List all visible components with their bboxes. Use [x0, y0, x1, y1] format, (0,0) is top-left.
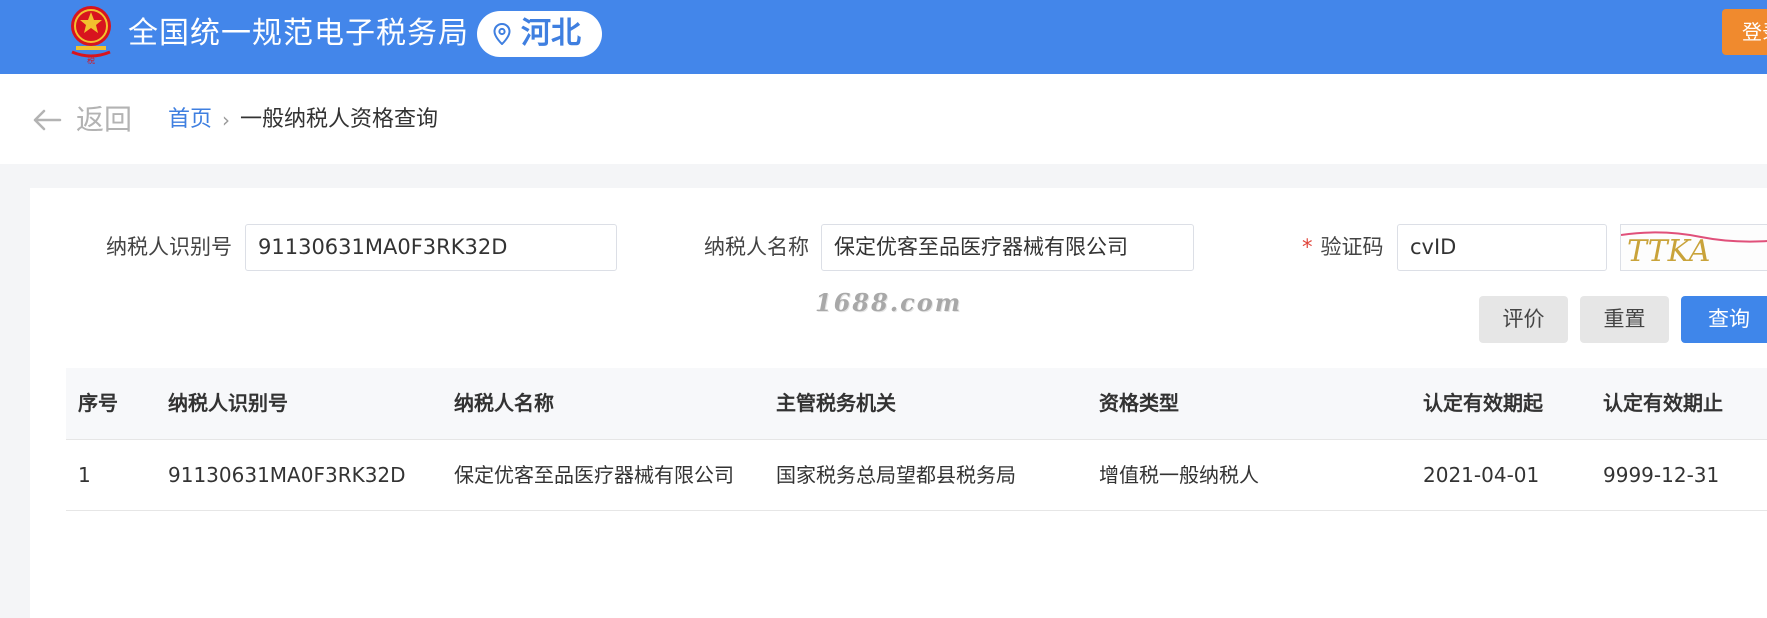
taxpayer-id-input[interactable]: 91130631MA0F3RK32D: [245, 224, 617, 271]
navigation-bar: 返回 首页 › 一般纳税人资格查询: [0, 74, 1767, 164]
column-header-taxpayer-name: 纳税人名称: [454, 391, 554, 415]
cell-tax-authority: 国家税务总局望都县税务局: [776, 463, 1016, 487]
taxpayer-id-label: 纳税人识别号: [106, 235, 232, 259]
cell-valid-from: 2021-04-01: [1423, 463, 1540, 487]
column-header-index: 序号: [78, 391, 118, 415]
taxpayer-name-label: 纳税人名称: [704, 235, 809, 259]
breadcrumb: 首页 › 一般纳税人资格查询: [168, 105, 438, 135]
table-row: 1 91130631MA0F3RK32D 保定优客至品医疗器械有限公司 国家税务…: [66, 440, 1767, 511]
column-header-qualification-type: 资格类型: [1099, 391, 1179, 415]
top-header: 税 全国统一规范电子税务局 河北 登录: [0, 0, 1767, 74]
captcha-input[interactable]: cvID: [1397, 224, 1607, 271]
reset-button[interactable]: 重置: [1580, 296, 1669, 343]
cell-taxpayer-id: 91130631MA0F3RK32D: [168, 463, 406, 487]
cell-qualification-type: 增值税一般纳税人: [1099, 463, 1259, 487]
taxpayer-name-input[interactable]: 保定优客至品医疗器械有限公司: [821, 224, 1194, 271]
captcha-label-wrapper: * 验证码: [1302, 232, 1384, 262]
arrow-left-icon: [33, 109, 62, 131]
column-header-valid-to: 认定有效期止: [1603, 391, 1723, 415]
breadcrumb-home-link[interactable]: 首页: [168, 105, 212, 135]
captcha-image-text: TTKA: [1627, 234, 1710, 269]
login-button[interactable]: 登录: [1722, 9, 1767, 55]
cell-index: 1: [78, 463, 91, 487]
column-header-tax-authority: 主管税务机关: [776, 391, 896, 415]
query-button[interactable]: 查询: [1681, 296, 1767, 343]
national-emblem-icon: 税: [71, 6, 111, 64]
column-header-valid-from: 认定有效期起: [1423, 391, 1543, 415]
watermark-text: 1688.com: [815, 288, 963, 317]
captcha-label: 验证码: [1320, 235, 1384, 259]
results-table-header: 序号 纳税人识别号 纳税人名称 主管税务机关 资格类型 认定有效期起 认定有效期…: [66, 368, 1767, 440]
back-label: 返回: [76, 103, 133, 136]
captcha-graphic: TTKA: [1621, 231, 1767, 269]
back-button[interactable]: 返回: [32, 102, 132, 138]
cell-valid-to: 9999-12-31: [1603, 463, 1720, 487]
query-panel: 纳税人识别号 91130631MA0F3RK32D 纳税人名称 保定优客至品医疗…: [30, 188, 1767, 618]
breadcrumb-separator: ›: [222, 108, 231, 132]
breadcrumb-current: 一般纳税人资格查询: [240, 107, 439, 132]
site-title: 全国统一规范电子税务局: [128, 16, 469, 51]
required-mark: *: [1302, 235, 1313, 259]
location-pin-icon: [493, 23, 511, 45]
cell-taxpayer-name: 保定优客至品医疗器械有限公司: [454, 463, 734, 487]
column-header-taxpayer-id: 纳税人识别号: [168, 391, 288, 415]
emblem-text: 税: [87, 55, 95, 64]
captcha-image[interactable]: TTKA: [1620, 224, 1767, 271]
region-label: 河北: [521, 16, 581, 51]
region-selector[interactable]: 河北: [477, 11, 602, 57]
evaluate-button[interactable]: 评价: [1479, 296, 1568, 343]
